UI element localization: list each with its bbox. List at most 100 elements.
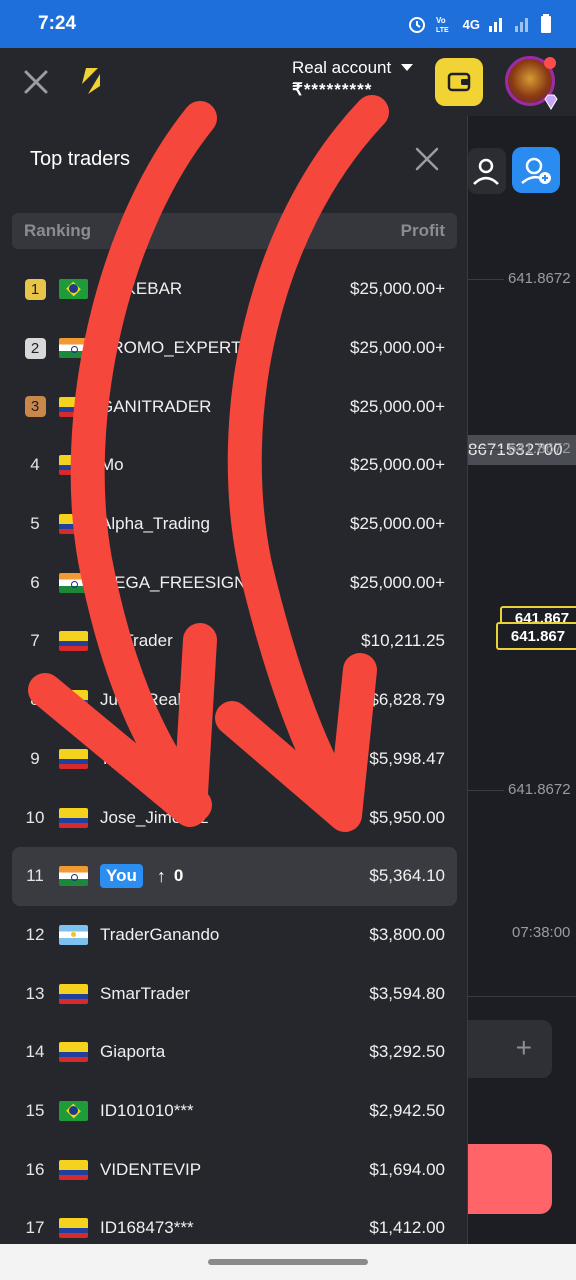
flag-icon-in [59,338,88,359]
rank-cell: 14 [12,1042,58,1062]
trader-name: DUKEBAR [100,279,183,299]
account-label: Real account [292,58,392,77]
wallet-button[interactable] [435,58,483,106]
table-row[interactable]: 4 Mo $25,000.00+ [12,436,457,495]
rank-cell: 9 [12,749,58,769]
volte-icon: Vo LTE [436,16,449,34]
price-level: 641.8672 [508,270,571,287]
chart-area: 641.8672 8671532700 641.8672 641.8672 07… [468,116,576,1244]
table-row[interactable]: 9 TraderNobody $5,998.47 [12,730,457,789]
trader-profit: $3,292.50 [369,1042,445,1062]
status-bar: 7:24 Vo LTE 4G [0,0,576,48]
close-icon[interactable] [22,68,50,96]
trader-name: PROMO_EXPERT [100,338,242,358]
grid-line [468,790,504,791]
trader-profit: $6,828.79 [369,690,445,710]
trader-name: ID101010*** [100,1100,194,1120]
rank-number: 5 [30,514,40,534]
panel-title: Top traders [30,148,131,170]
trader-profit: $5,950.00 [369,807,445,827]
traders-button[interactable] [468,148,506,194]
system-nav-bar [0,1244,576,1280]
account-selector[interactable]: Real account ₹********* [292,58,414,100]
table-row[interactable]: 10 Jose_Jimenez $5,950.00 [12,788,457,847]
rank-cell: 1 [12,278,58,300]
trader-profit: $2,942.50 [369,1100,445,1120]
trader-name: ID168473*** [100,1218,194,1238]
amount-plus-button[interactable]: + [468,1020,552,1078]
rank-number: 15 [25,1100,45,1120]
current-price-tag: 641.867 [496,622,576,650]
trader-name: VicTrader [100,631,173,651]
flag-icon-br [59,279,88,300]
trader-name: MEGA_FREESIGNL [100,572,256,592]
rank-number: 11 [26,866,44,886]
top-traders-panel: Top traders Ranking Profit 1 DUKEBAR $25,0… [0,116,468,1244]
rank-cell: 5 [12,514,58,534]
trader-name: Mo [100,455,124,475]
header-profit: Profit [400,221,445,240]
plus-icon: + [515,1032,532,1063]
wallet-icon [447,72,471,92]
table-row[interactable]: 6 MEGA_FREESIGNL $25,000.00+ [12,553,457,612]
flag-icon-in [59,866,88,887]
flag-icon-co [59,748,88,769]
rank-cell: 12 [12,925,58,945]
rank-number: 12 [25,924,45,944]
avatar[interactable] [505,56,558,110]
trader-name: Alpha_Trading [100,514,210,534]
rank-number: 13 [25,983,45,1003]
table-row[interactable]: 16 VIDENTEVIP $1,694.00 [12,1140,457,1199]
table-row[interactable]: 17 ID168473*** $1,412.00 [12,1199,457,1244]
trader-profit: $10,211.25 [361,631,445,651]
traders-list: 1 DUKEBAR $25,000.00+ 2 PROMO_EXPERT $25,000.… [12,260,457,1244]
notification-dot [544,57,556,69]
trader-name: TraderGanando [100,924,220,944]
panel-close-icon[interactable] [414,146,440,172]
rank-number: 6 [30,572,40,592]
table-row[interactable]: 2 PROMO_EXPERT $25,000.00+ [12,319,457,378]
table-row[interactable]: 12 TraderGanando $3,800.00 [12,906,457,965]
current-price: 641.867 [510,627,566,645]
trader-name: Jose_Jimenez [100,807,209,827]
rank-cell: 11 [12,866,58,886]
table-row[interactable]: 5 Alpha_Trading $25,000.00+ [12,495,457,554]
rank-cell: 10 [12,808,58,828]
table-row[interactable]: 13 SmarTrader $3,594.80 [12,964,457,1023]
trader-profit: $25,000.00+ [349,338,445,358]
table-row-you[interactable]: 11 You ↑ 0 $5,364.10 [12,846,457,906]
signal-icon [489,18,502,32]
table-row[interactable]: 7 VicTrader $10,211.25 [12,612,457,671]
rank-cell: 4 [12,455,58,475]
trader-profit: $5,364.10 [369,866,445,886]
table-header: Ranking Profit [12,213,457,249]
network-type: 4G [462,16,480,32]
trader-name: TraderNobody [100,748,209,768]
rank-change: 0 [173,866,184,886]
rank-number: 9 [30,748,40,768]
trader-profit: $25,000.00+ [349,279,445,299]
you-badge: You [100,864,143,889]
flag-icon-co [59,1042,88,1063]
flag-icon-ar [59,924,88,945]
add-user-button[interactable] [512,147,560,193]
users-icon [473,158,499,185]
rank-cell: 6 [12,573,58,593]
table-row[interactable]: 8 Juan_Real $6,828.79 [12,671,457,730]
sell-button[interactable] [468,1144,552,1214]
flag-icon-co [59,396,88,417]
battery-icon [541,14,551,33]
table-row[interactable]: 1 DUKEBAR $25,000.00+ [12,260,457,319]
grid-line [468,449,504,450]
chevron-down-icon [401,64,414,71]
table-row[interactable]: 3 GANITRADER $25,000.00+ [12,377,457,436]
home-gesture-bar[interactable] [208,1259,368,1265]
table-row[interactable]: 14 Giaporta $3,292.50 [12,1023,457,1082]
trader-name: VIDENTEVIP [100,1159,202,1179]
trader-name: GANITRADER [100,396,212,416]
rank-number: 8 [30,690,40,710]
flag-icon-co [59,1218,88,1239]
table-row[interactable]: 15 ID101010*** $2,942.50 [12,1082,457,1141]
header-ranking: Ranking [24,221,92,240]
rank-cell: 7 [12,631,58,651]
